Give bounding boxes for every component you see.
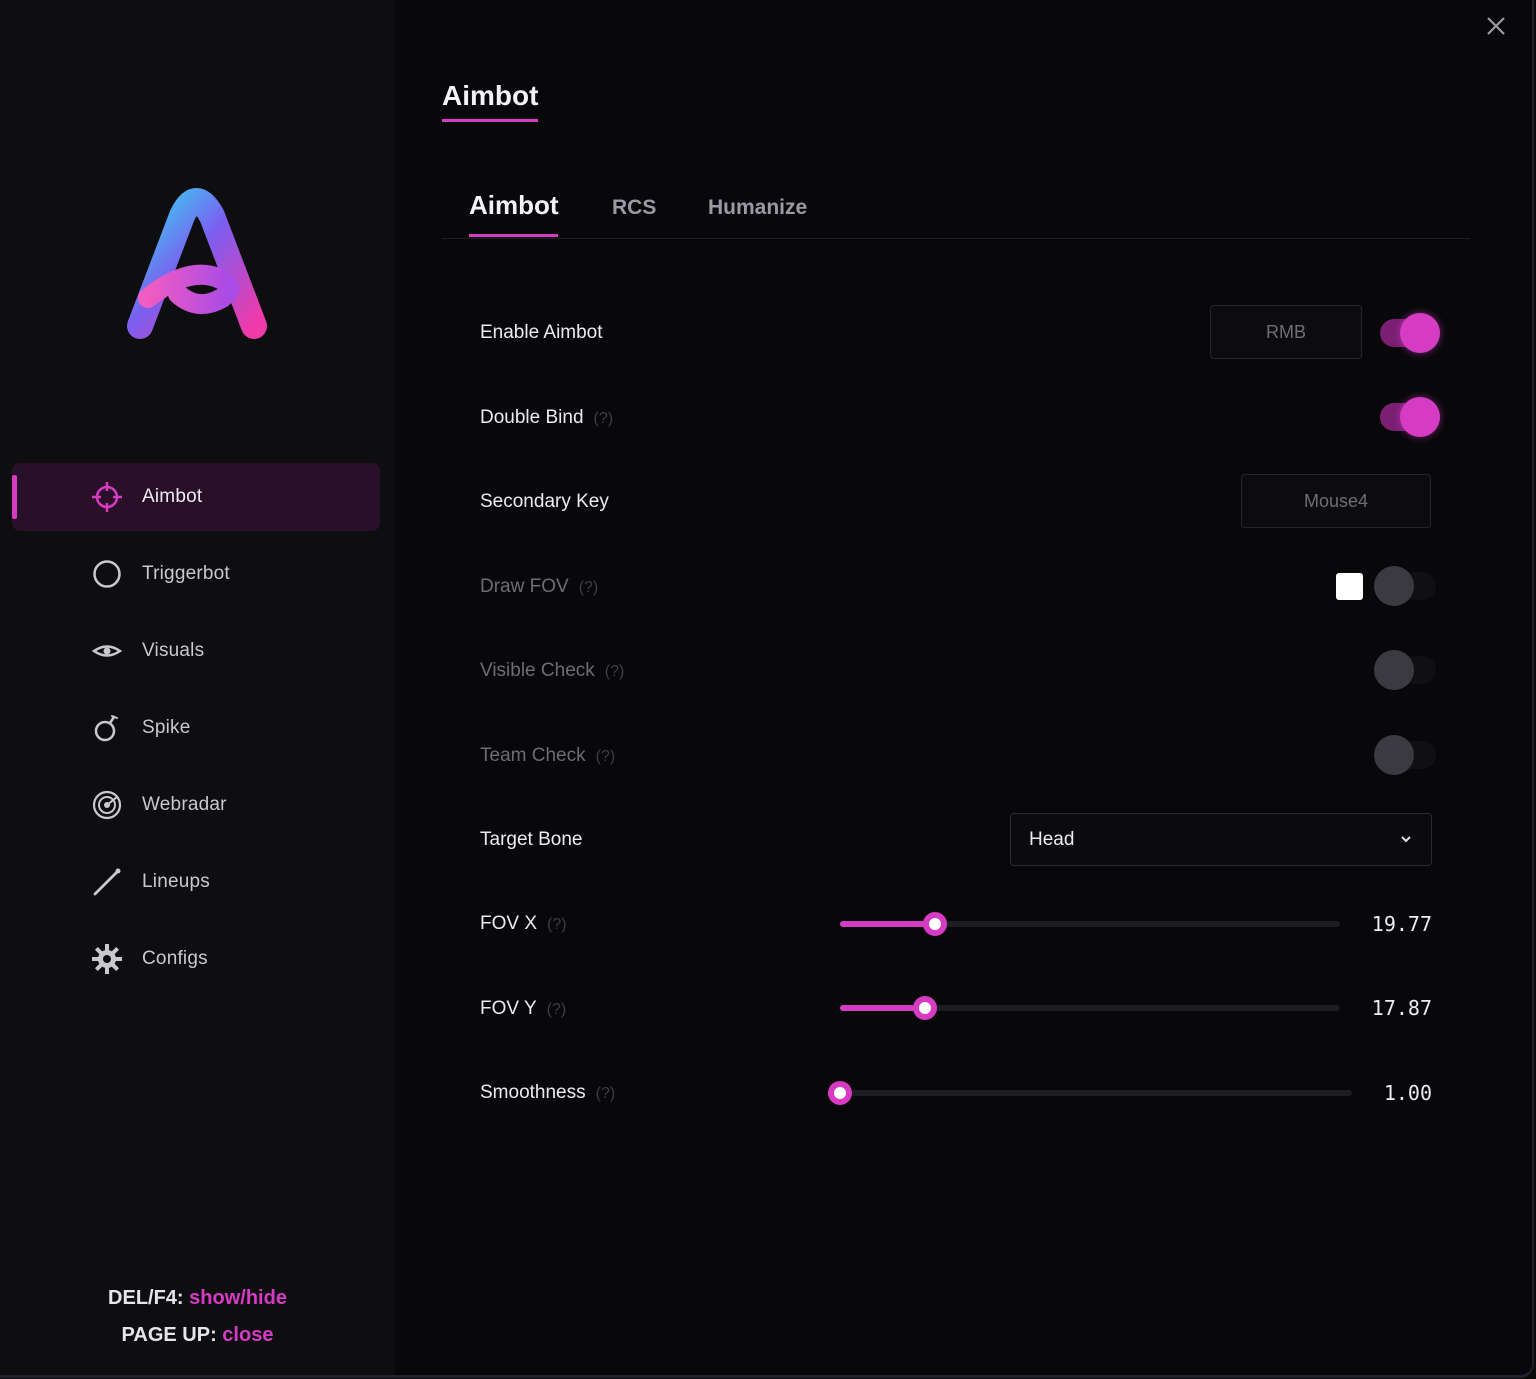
hint-key: DEL/F4: [108, 1287, 184, 1309]
fov-color-swatch[interactable] [1336, 573, 1363, 600]
help-icon[interactable]: (?) [596, 1085, 616, 1102]
enable-aimbot-label: Enable Aimbot [480, 322, 603, 343]
visible-check-toggle[interactable] [1374, 650, 1436, 690]
sidebar-item-webradar[interactable]: Webradar [12, 771, 380, 839]
dropdown-value: Head [1029, 828, 1075, 850]
draw-fov-label: Draw FOV (?) [480, 576, 598, 598]
toggle-knob [1374, 566, 1414, 606]
sidebar-item-lineups[interactable]: Lineups [12, 848, 380, 916]
enable-aimbot-toggle[interactable] [1380, 313, 1440, 353]
slider-fill [840, 921, 935, 927]
tab-rcs[interactable]: RCS [612, 196, 656, 220]
smoothness-slider[interactable] [828, 1081, 1352, 1105]
slider-thumb[interactable] [923, 912, 947, 936]
hint-action: show/hide [189, 1287, 287, 1309]
help-icon[interactable]: (?) [579, 579, 599, 596]
page-title: Aimbot [442, 80, 539, 111]
hint-close: PAGE UP: close [0, 1324, 395, 1347]
active-tab-underline [469, 234, 558, 237]
help-icon[interactable]: (?) [547, 1001, 567, 1018]
tab-aimbot[interactable]: Aimbot [469, 190, 559, 221]
sidebar-item-triggerbot[interactable]: Triggerbot [12, 540, 380, 608]
crosshair-icon [90, 480, 124, 514]
draw-fov-toggle[interactable] [1374, 566, 1436, 606]
team-check-text: Team Check [480, 745, 586, 766]
close-icon [1487, 17, 1505, 35]
fov-x-text: FOV X [480, 913, 538, 934]
help-icon[interactable]: (?) [596, 748, 616, 765]
tabs-divider [442, 238, 1470, 239]
page-title-underline [442, 119, 538, 122]
sidebar-item-label: Aimbot [142, 486, 203, 507]
active-indicator [12, 475, 17, 519]
fov-y-slider[interactable] [840, 996, 1340, 1020]
help-icon[interactable]: (?) [547, 916, 567, 933]
hint-key: PAGE UP: [121, 1324, 217, 1346]
sidebar-item-label: Visuals [142, 640, 205, 661]
sidebar-item-label: Triggerbot [142, 563, 230, 584]
gear-icon [90, 942, 124, 976]
team-check-label: Team Check (?) [480, 745, 615, 767]
eye-icon [90, 634, 124, 668]
app-logo [127, 188, 267, 339]
line-icon [90, 865, 124, 899]
hint-show-hide: DEL/F4: show/hide [0, 1287, 395, 1310]
toggle-knob [1374, 650, 1414, 690]
team-check-toggle[interactable] [1374, 735, 1436, 775]
sidebar-item-label: Lineups [142, 871, 210, 892]
fov-y-text: FOV Y [480, 998, 537, 1019]
smoothness-value: 1.00 [1383, 1081, 1432, 1105]
sidebar: Aimbot Triggerbot Visuals Spike Webradar [0, 0, 395, 1375]
visible-check-label: Visible Check (?) [480, 660, 624, 682]
double-bind-toggle[interactable] [1380, 397, 1440, 437]
target-bone-dropdown[interactable]: Head [1010, 813, 1432, 866]
fov-x-slider[interactable] [840, 912, 1340, 936]
radar-icon [90, 788, 124, 822]
smoothness-label: Smoothness (?) [480, 1082, 615, 1104]
toggle-knob [1374, 735, 1414, 775]
sidebar-item-spike[interactable]: Spike [12, 694, 380, 762]
fov-y-value: 17.87 [1371, 996, 1432, 1020]
bomb-icon [90, 711, 124, 745]
help-icon[interactable]: (?) [594, 410, 614, 427]
sidebar-item-configs[interactable]: Configs [12, 925, 380, 993]
chevron-down-icon [1401, 836, 1411, 843]
fov-x-label: FOV X (?) [480, 913, 567, 935]
tab-humanize[interactable]: Humanize [708, 196, 807, 220]
double-bind-label: Double Bind (?) [480, 407, 613, 429]
double-bind-text: Double Bind [480, 407, 584, 428]
circle-icon [90, 557, 124, 591]
secondary-keybind-button[interactable]: Mouse4 [1241, 474, 1431, 528]
sidebar-item-visuals[interactable]: Visuals [12, 617, 380, 685]
fov-y-label: FOV Y (?) [480, 998, 566, 1020]
aimbot-keybind-button[interactable]: RMB [1210, 305, 1362, 359]
secondary-key-label: Secondary Key [480, 491, 609, 512]
hint-action: close [222, 1324, 274, 1346]
toggle-knob [1400, 313, 1440, 353]
sidebar-item-label: Configs [142, 948, 208, 969]
app-window: Aimbot Triggerbot Visuals Spike Webradar [0, 0, 1534, 1378]
visible-check-text: Visible Check [480, 660, 595, 681]
sidebar-item-aimbot[interactable]: Aimbot [12, 463, 380, 531]
fov-x-value: 19.77 [1371, 912, 1432, 936]
help-icon[interactable]: (?) [605, 663, 625, 680]
draw-fov-text: Draw FOV [480, 576, 569, 597]
smoothness-text: Smoothness [480, 1082, 586, 1103]
toggle-knob [1400, 397, 1440, 437]
close-button[interactable] [1480, 10, 1512, 42]
slider-rail [840, 1090, 1352, 1096]
sidebar-item-label: Webradar [142, 794, 227, 815]
slider-thumb[interactable] [913, 996, 937, 1020]
slider-thumb[interactable] [828, 1081, 852, 1105]
target-bone-label: Target Bone [480, 829, 583, 850]
sidebar-item-label: Spike [142, 717, 191, 738]
